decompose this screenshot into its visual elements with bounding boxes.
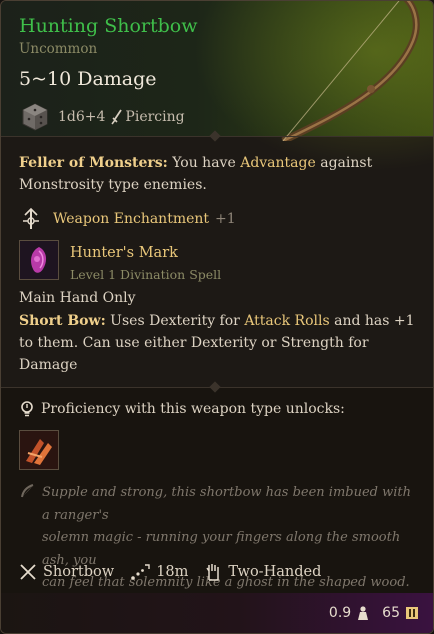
short-bow-line2: to them. Can use either Dexterity or Str… [19, 335, 369, 351]
footer-stats: 0.9 65 [317, 605, 419, 621]
perk-icon-art [20, 431, 58, 469]
range-icon [131, 564, 150, 580]
weapon-handedness-label: Two-Handed [228, 564, 322, 580]
weapon-properties: Shortbow 18m Two-Handed [19, 559, 337, 585]
dice-icon [22, 103, 48, 131]
feller-text-b: against [315, 155, 373, 171]
hunters-mark-icon[interactable] [19, 240, 59, 280]
hand-icon [206, 564, 220, 581]
damage-dice-row: 1d6+4 Piercing [20, 102, 185, 132]
weight-stat: 0.9 [329, 605, 370, 621]
weapon-enchantment-row: Weapon Enchantment +1 [19, 207, 236, 231]
short-bow-description: Short Bow: Uses Dexterity for Attack Rol… [19, 310, 415, 376]
advantage-link[interactable]: Advantage [240, 155, 316, 171]
short-bow-label: Short Bow: [19, 313, 106, 329]
feller-of-monsters: Feller of Monsters: You have Advantage a… [19, 152, 372, 196]
spell-name: Hunter's Mark [70, 245, 178, 261]
short-bow-text-b: and has +1 [329, 313, 415, 329]
feller-text-c: Monstrosity type enemies. [19, 177, 207, 193]
short-bow-line3: Damage [19, 357, 78, 373]
gold-value: 65 [382, 605, 400, 621]
enchantment-value: +1 [215, 211, 236, 227]
lightbulb-icon [21, 401, 33, 417]
damage-dice: 1d6+4 [58, 109, 106, 125]
gold-stat: 65 [382, 605, 419, 621]
piercing-icon [111, 109, 123, 125]
enchantment-icon [23, 207, 39, 229]
weapon-type-label: Shortbow [43, 564, 115, 580]
short-bow-text-a: Uses Dexterity for [105, 313, 245, 329]
spell-info: Hunter's Mark Level 1 Divination Spell [70, 242, 221, 286]
flavor-line-1: Supple and strong, this shortbow has bee… [42, 485, 412, 523]
weapon-range: 18m [130, 563, 188, 581]
attack-rolls-link[interactable]: Attack Rolls [244, 313, 329, 329]
tooltip-header: Hunting Shortbow Uncommon 5~10 Damage 1d… [1, 1, 433, 171]
quill-icon [21, 484, 34, 498]
proficiency-label: Proficiency with this weapon type unlock… [41, 401, 345, 417]
crossed-swords-icon [20, 564, 36, 580]
main-hand-only: Main Hand Only [19, 290, 136, 306]
feller-label: Feller of Monsters: [19, 155, 168, 171]
proficiency-perk-icon[interactable] [19, 430, 59, 470]
weight-icon [358, 606, 369, 620]
spell-icon-art [20, 241, 58, 279]
weapon-range-label: 18m [156, 564, 189, 580]
weapon-type: Shortbow [19, 563, 114, 581]
feller-text-a: You have [167, 155, 241, 171]
spell-subtitle: Level 1 Divination Spell [70, 267, 222, 282]
item-name: Hunting Shortbow [19, 15, 198, 37]
item-rarity: Uncommon [19, 41, 98, 57]
item-tooltip: Hunting Shortbow Uncommon 5~10 Damage 1d… [0, 0, 434, 634]
shortbow-illustration [281, 1, 420, 141]
weapon-handedness: Two-Handed [204, 562, 321, 582]
enchantment-label: Weapon Enchantment [53, 211, 210, 227]
proficiency-row: Proficiency with this weapon type unlock… [19, 400, 345, 418]
damage-range: 5~10 Damage [19, 68, 157, 90]
damage-type: Piercing [125, 109, 185, 125]
gold-icon [406, 607, 418, 619]
weight-value: 0.9 [328, 605, 352, 621]
